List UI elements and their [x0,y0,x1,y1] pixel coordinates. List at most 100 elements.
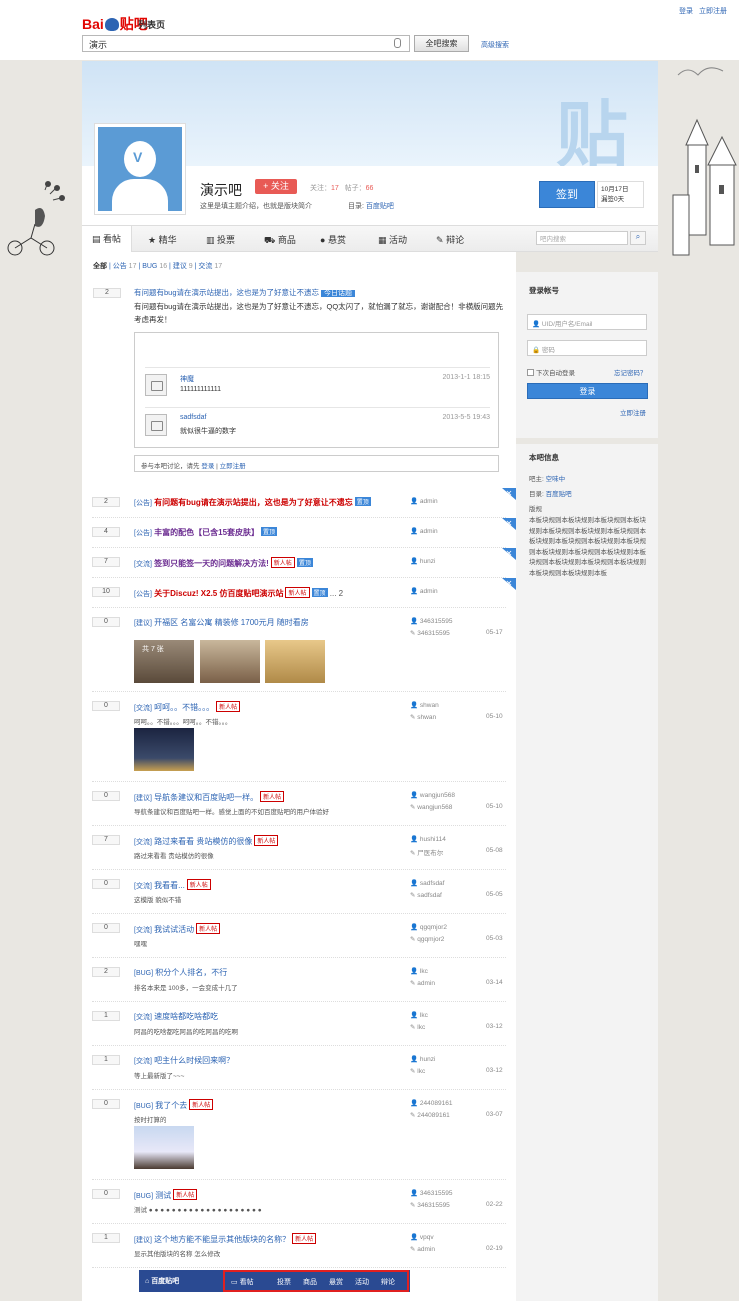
login-button[interactable]: 登录 [527,383,648,399]
thread-image[interactable]: 共 7 张 [134,640,194,683]
advanced-search-link[interactable]: 高级搜索 [481,40,509,50]
tab-debate[interactable]: ✎ 辩论 [436,233,464,246]
bottom-nav-debate[interactable]: 辩论 [381,1277,395,1287]
thread-author[interactable]: 👤 qgqmjor2 [410,923,447,931]
last-replier[interactable]: ✎ qgqmjor2 [410,935,444,943]
thread-title[interactable]: [交流] 我试试活动 新人帖 [134,923,221,935]
thread-author[interactable]: 👤 shwan [410,701,439,709]
thread-title[interactable]: [BUG] 测试 新人帖 [134,1189,198,1201]
thread-row[interactable]: 2 [公告] 有问题有bug请在演示站提出，这也是为了好意让不遗忘 置顶 👤 admi… [92,488,506,518]
thread-row[interactable]: 1 [建议] 这个地方能不能显示其他版块的名称？ 新人帖 显示其他版块的名称 怎么修改… [92,1224,506,1268]
thread-image[interactable] [134,1126,194,1169]
thread-row[interactable]: 2 [BUG] 积分个人排名，不行 排名本来是 100多，一会变成十几了 👤 lkc ✎… [92,958,506,1002]
search-input[interactable]: 演示 [82,35,410,52]
login-link[interactable]: 登录 [679,8,693,15]
thread-author[interactable]: 👤 244089161 [410,1099,452,1107]
thread-author[interactable]: 👤 hunzi [410,557,435,565]
filter-all[interactable]: 全部 [93,263,107,270]
thread-title[interactable]: [公告] 丰富的配色【已含15套皮肤】 置顶 [134,527,278,538]
tab-reward[interactable]: ● 悬赏 [320,233,346,246]
thread-title[interactable]: [BUG] 我了个去 新人帖 [134,1099,214,1111]
reply-author[interactable]: 神魔 [180,374,194,384]
filter-notice[interactable]: 公告 17 [113,263,137,270]
filter-suggest[interactable]: 建议 9 [173,263,193,270]
thread-row[interactable]: 1 [交流] 速度啥都吃啥都吃 阿昌的吃啥都吃阿昌的吃阿昌的吃啊 👤 lkc ✎ lkc… [92,1002,506,1046]
last-replier[interactable]: ✎ sadfsdaf [410,891,442,899]
register-link[interactable]: 立即注册 [699,8,727,15]
page-links[interactable]: ... 2 [330,589,343,598]
thread-title[interactable]: [建议] 开福区 名富公寓 精装修 1700元月 随时看房 [134,617,309,628]
search-all-button[interactable]: 全吧搜索 [414,35,469,52]
thread-title[interactable]: [交流] 吧主什么时候回来啊？ [134,1055,234,1066]
thread-row[interactable]: 4 [公告] 丰富的配色【已含15套皮肤】 置顶 👤 admin [92,518,506,548]
bottom-nav-goods[interactable]: 商品 [303,1277,317,1287]
thread-author[interactable]: 👤 346315595 [410,1189,452,1197]
search-icon[interactable]: ⌕ [630,231,646,245]
tab-featured[interactable]: ★ 精华 [148,233,177,246]
thread-title[interactable]: [BUG] 积分个人排名，不行 [134,967,227,978]
sign-in-button[interactable]: 签到 [539,181,595,208]
thread-row[interactable]: 1 [交流] 吧主什么时候回来啊？ 等上最新版了~~~ 👤 hunzi ✎ lkc 03-… [92,1046,506,1090]
thread-image[interactable] [200,640,260,683]
thread-author[interactable]: 👤 lkc [410,967,428,975]
bottom-nav-activity[interactable]: 活动 [355,1277,369,1287]
thread-image[interactable] [265,640,325,683]
forgot-password-link[interactable]: 忘记密码？ [614,367,647,377]
thread-title[interactable]: [交流] 呵呵。。不错。。。 新人帖 [134,701,241,713]
thread-row[interactable]: 7 [交流] 签到只能签一天的问题解决方法! 新人帖 置顶 👤 hunzi [92,548,506,578]
thread-row[interactable]: 0 [交流] 我试试活动 新人帖 嘿嘿 👤 qgqmjor2 ✎ qgqmjor2 05-0… [92,914,506,958]
tab-activity[interactable]: ▦ 活动 [378,233,407,246]
follow-button[interactable]: + 关注 [255,179,297,194]
join-login-link[interactable]: 登录 [201,463,214,470]
join-register-link[interactable]: 立即注册 [220,463,246,470]
thread-image[interactable] [134,728,194,771]
last-replier[interactable]: ✎ lkc [410,1067,425,1075]
last-replier[interactable]: ✎ 346315595 [410,629,450,637]
thread-author[interactable]: 👤 lkc [410,1011,428,1019]
thread-title[interactable]: [建议] 这个地方能不能显示其他版块的名称？ 新人帖 [134,1233,317,1245]
thread-author[interactable]: 👤 346315595 [410,617,452,625]
thread-row[interactable]: 10 [公告] 关于Discuz! X2.5 仿百度贴吧演示站 新人帖 置顶 ... … [92,578,506,608]
bottom-nav-threads[interactable]: ▭ 看帖 [231,1277,254,1287]
bottom-nav-reward[interactable]: 悬赏 [329,1277,343,1287]
remember-me-checkbox[interactable]: 下次自动登录 [527,367,575,377]
tab-vote[interactable]: ▥ 投票 [206,233,235,246]
last-replier[interactable]: ✎ shwan [410,713,436,721]
bottom-nav-brand[interactable]: ⌂ 百度贴吧 [145,1276,179,1286]
forum-avatar[interactable]: V [94,123,186,215]
tab-goods[interactable]: ⛟ 商品 [264,233,296,247]
thread-row[interactable]: 0 [BUG] 测试 新人帖 测试 ● ● ● ● ● ● ● ● ● ● ● ● ●… [92,1180,506,1224]
thread-author[interactable]: 👤 sadfsdaf [410,879,444,887]
thread-title[interactable]: [建议] 导航条建议和百度贴吧一样。 新人帖 [134,791,285,803]
thread-author[interactable]: 👤 admin [410,527,438,535]
thread-title[interactable]: [交流] 路过来看看 贵站模仿的很像 新人帖 [134,835,279,847]
thread-row[interactable]: 0 [建议] 导航条建议和百度贴吧一样。 新人帖 导航条建议和百度贴吧一样。感觉上面的… [92,782,506,826]
last-replier[interactable]: ✎ 346315595 [410,1201,450,1209]
thread-author[interactable]: 👤 hunzi [410,1055,435,1063]
thread-title[interactable]: [公告] 有问题有bug请在演示站提出，这也是为了好意让不遗忘 置顶 [134,497,371,508]
reply-author[interactable]: sadfsdaf [180,414,206,421]
last-replier[interactable]: ✎ wangjun568 [410,803,452,811]
thread-author[interactable]: 👤 admin [410,497,438,505]
password-input[interactable]: 🔒 密码 [527,340,647,356]
last-replier[interactable]: ✎ admin [410,1245,435,1253]
filter-bug[interactable]: BUG 16 [142,263,167,270]
bottom-nav-vote[interactable]: 投票 [277,1277,291,1287]
thread-author[interactable]: 👤 hushi114 [410,835,446,843]
sidebar-register-link[interactable]: 立即注册 [620,407,646,417]
thread-title[interactable]: [交流] 速度啥都吃啥都吃 [134,1011,218,1022]
last-replier[interactable]: ✎ 尸医布尔 [410,847,443,857]
notice-title[interactable]: 有问题有bug请在演示站提出，这也是为了好意让不遗忘 今日话题 [134,287,356,298]
thread-title[interactable]: [公告] 关于Discuz! X2.5 仿百度贴吧演示站 新人帖 置顶 ... 2 [134,587,343,599]
forum-search-input[interactable]: 吧内搜索 [536,231,628,245]
thread-row[interactable]: 7 [交流] 路过来看看 贵站模仿的很像 新人帖 路过来看看 贵站模仿的很像 👤 hus… [92,826,506,870]
thread-author[interactable]: 👤 wangjun568 [410,791,455,799]
thread-author[interactable]: 👤 vpqv [410,1233,434,1241]
thread-title[interactable]: [交流] 我看看... 新人帖 [134,879,211,891]
tab-threads[interactable]: ▤ 看帖 [82,226,133,252]
last-replier[interactable]: ✎ admin [410,979,435,987]
last-replier[interactable]: ✎ 244089161 [410,1111,450,1119]
last-replier[interactable]: ✎ lkc [410,1023,425,1031]
filter-chat[interactable]: 交流 17 [198,263,222,270]
thread-author[interactable]: 👤 admin [410,587,438,595]
